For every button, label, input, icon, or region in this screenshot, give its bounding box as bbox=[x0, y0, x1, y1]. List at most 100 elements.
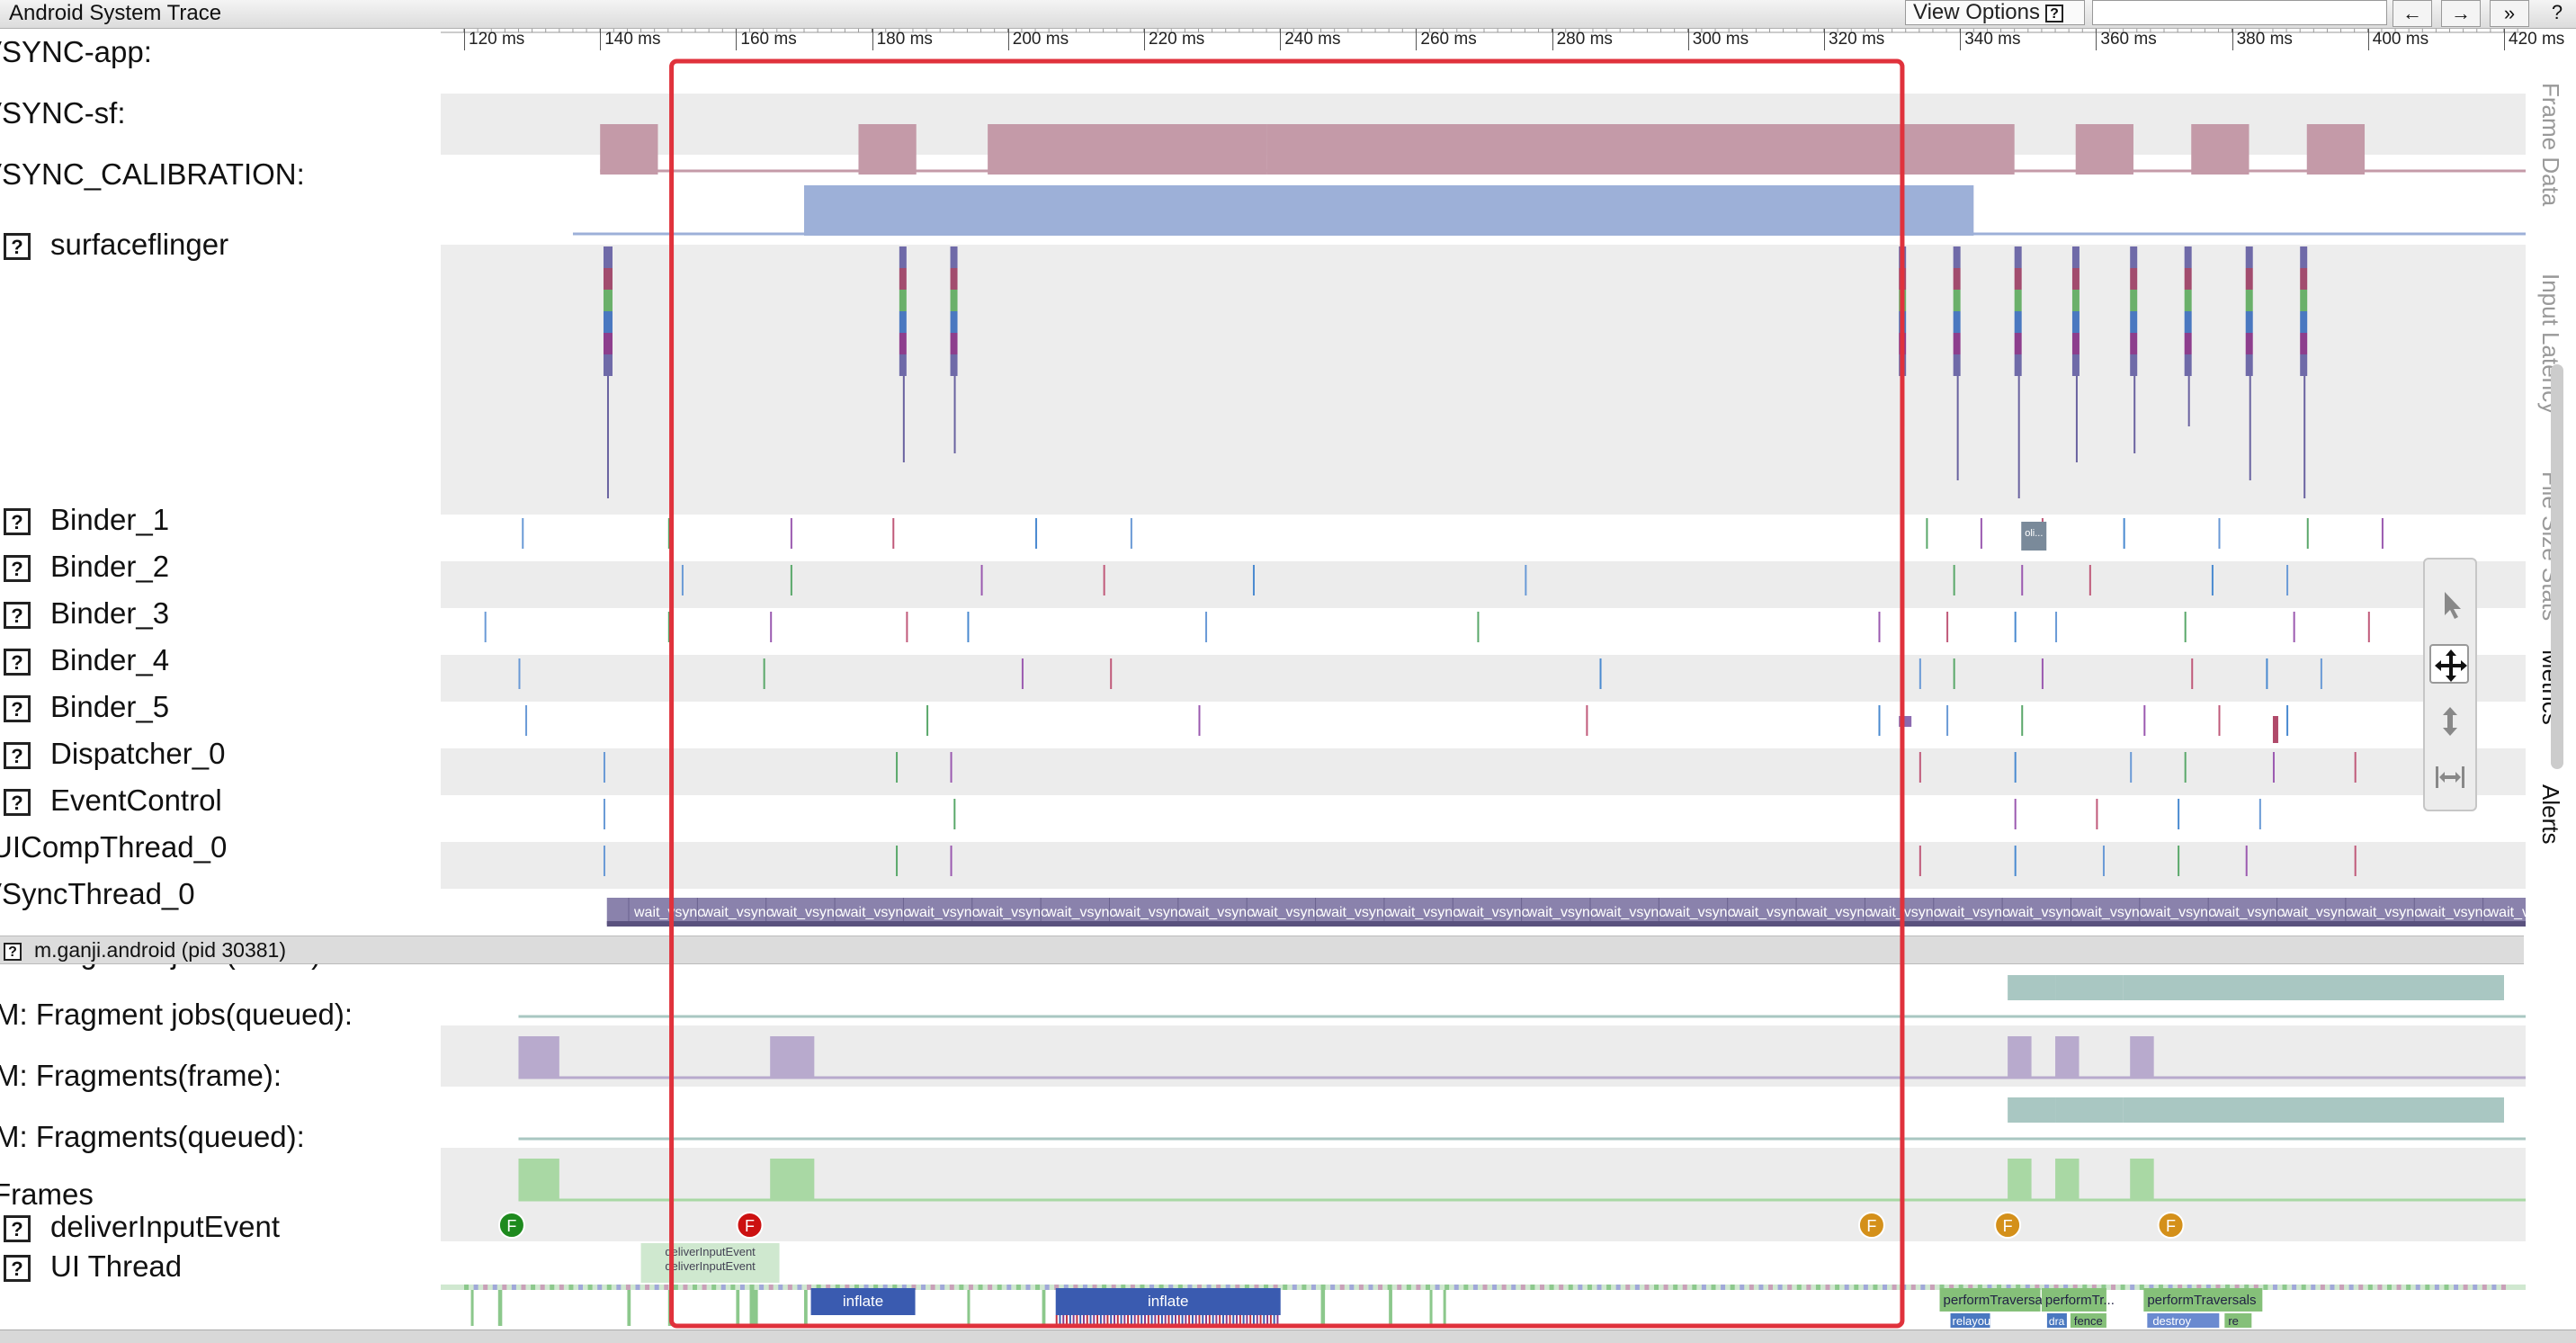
track-label-1[interactable]: VSYNC-sf: bbox=[0, 95, 126, 131]
help-icon[interactable]: ? bbox=[4, 508, 31, 536]
ui-strip-tick bbox=[1349, 1285, 1355, 1290]
frame-marker: F bbox=[2157, 1212, 2185, 1239]
track-label-17[interactable]: Frames bbox=[0, 1177, 94, 1213]
thread-tick bbox=[2102, 846, 2105, 876]
ui-strip-tick bbox=[2444, 1285, 2449, 1290]
track-label-11[interactable]: UICompThread_0 bbox=[0, 829, 227, 865]
app-title: Android System Trace bbox=[9, 1, 222, 25]
track-label-10[interactable]: ? EventControl bbox=[0, 783, 222, 819]
wait-vsync-label: wait_vsync bbox=[2075, 905, 2146, 920]
timeline-canvas[interactable]: oli...wait_vsyncwait_vsyncwait_vsyncwait… bbox=[441, 4, 2573, 1331]
side-tab-frame-data[interactable]: Frame Data bbox=[2536, 83, 2564, 206]
ui-thread-slice[interactable] bbox=[967, 1290, 970, 1326]
help-icon[interactable]: ? bbox=[4, 649, 31, 676]
help-icon[interactable]: ? bbox=[2044, 4, 2063, 22]
side-tab-alerts[interactable]: Alerts bbox=[2536, 784, 2564, 844]
ruler-tick-label: 180 ms bbox=[872, 29, 933, 50]
track-label-7[interactable]: ? Binder_4 bbox=[0, 642, 169, 678]
help-icon[interactable]: ? bbox=[4, 742, 31, 770]
ui-strip-tick bbox=[2377, 1285, 2383, 1290]
ui-strip-tick bbox=[2415, 1285, 2420, 1290]
help-icon[interactable]: ? bbox=[4, 555, 31, 583]
thread-tick bbox=[770, 612, 773, 642]
track-label-14[interactable]: PM: Fragment jobs(queued): bbox=[0, 997, 353, 1033]
sf-stack bbox=[1953, 354, 1961, 376]
thread-tick bbox=[1946, 705, 1949, 736]
thread-tick bbox=[2055, 612, 2058, 642]
ui-thread-slices[interactable]: inflate inflate performTraversals relayou pe… bbox=[441, 1285, 2526, 1328]
pan-tool-icon[interactable] bbox=[2429, 644, 2469, 684]
ui-strip-tick bbox=[1339, 1285, 1345, 1290]
wait-vsync-label: wait_vsync bbox=[1251, 905, 1322, 920]
timing-tool-icon[interactable] bbox=[2430, 757, 2470, 797]
ui-strip-tick bbox=[1453, 1285, 1459, 1290]
wait-vsync-label: wait_vsync bbox=[1801, 905, 1872, 920]
nav-right-button[interactable]: → bbox=[2441, 0, 2481, 27]
track-label-16[interactable]: PM: Fragments(queued): bbox=[0, 1119, 305, 1155]
track-label-9[interactable]: ? Dispatcher_0 bbox=[0, 736, 225, 772]
ui-strip-tick bbox=[2491, 1285, 2497, 1290]
counter-bar bbox=[858, 124, 917, 175]
help-icon[interactable]: ? bbox=[4, 1255, 31, 1283]
binder-slice-label[interactable]: oli... bbox=[2025, 528, 2043, 539]
frame-marker-label: F bbox=[506, 1217, 516, 1235]
ui-thread-slice[interactable] bbox=[627, 1290, 631, 1326]
track-label-15[interactable]: PM: Fragments(frame): bbox=[0, 1058, 282, 1094]
binder-slice[interactable] bbox=[2272, 716, 2278, 743]
sf-stack bbox=[2245, 246, 2253, 268]
track-label-5[interactable]: ? Binder_2 bbox=[0, 549, 169, 585]
process-label: ? m.ganji.android (pid 30381) bbox=[4, 938, 286, 962]
thread-tick bbox=[2320, 658, 2322, 689]
ui-thread-slice[interactable] bbox=[1429, 1290, 1433, 1326]
ui-thread-slice[interactable] bbox=[497, 1290, 503, 1326]
ui-strip-tick bbox=[2111, 1285, 2116, 1290]
ui-strip-tick bbox=[2396, 1285, 2402, 1290]
sf-stack bbox=[950, 311, 958, 333]
track-label-2[interactable]: VSYNC_CALIBRATION: bbox=[0, 157, 305, 192]
help-icon[interactable]: ? bbox=[4, 1215, 31, 1243]
help-icon[interactable]: ? bbox=[4, 233, 31, 261]
ui-thread-slice[interactable] bbox=[1443, 1290, 1446, 1326]
track-label-12[interactable]: VSyncThread_0 bbox=[0, 876, 195, 912]
track-label-3[interactable]: ? surfaceflinger bbox=[0, 227, 228, 263]
ui-thread-slice[interactable] bbox=[1320, 1290, 1326, 1326]
ui-thread-slice[interactable] bbox=[1042, 1290, 1046, 1326]
ui-strip-tick bbox=[1835, 1285, 1840, 1290]
vertical-scrollbar[interactable] bbox=[2551, 364, 2563, 769]
thread-tick bbox=[1919, 658, 1921, 689]
help-button[interactable]: ? bbox=[2538, 0, 2576, 27]
track-label-19[interactable]: ? UI Thread bbox=[0, 1249, 182, 1285]
ui-strip-tick bbox=[1721, 1285, 1726, 1290]
track-label-0[interactable]: VSYNC-app: bbox=[0, 34, 152, 70]
help-icon[interactable]: ? bbox=[4, 602, 31, 630]
track-label-4[interactable]: ? Binder_1 bbox=[0, 502, 169, 538]
view-options-button[interactable]: View Options? bbox=[1905, 0, 2085, 25]
wait-vsync-label: wait_vsync bbox=[2419, 905, 2490, 920]
timeline-area[interactable]: oli... wait_vsync wait_vsync wait_vsync wait… bbox=[441, 4, 2573, 1331]
search-input[interactable] bbox=[2092, 0, 2387, 25]
ui-thread-slice[interactable] bbox=[736, 1290, 740, 1326]
thread-tick bbox=[2178, 846, 2180, 876]
ui-thread-slice[interactable] bbox=[470, 1290, 474, 1326]
help-icon[interactable]: ? bbox=[4, 789, 31, 817]
help-icon[interactable]: ? bbox=[4, 695, 31, 723]
deliver-input-label: deliverInputEvent bbox=[665, 1245, 756, 1258]
nav-left-button[interactable]: ← bbox=[2393, 0, 2432, 27]
ui-thread-slice[interactable] bbox=[749, 1290, 758, 1326]
ui-thread-slice[interactable] bbox=[1389, 1290, 1392, 1326]
track-label-6[interactable]: ? Binder_3 bbox=[0, 595, 169, 631]
nav-more-button[interactable]: » bbox=[2490, 0, 2529, 27]
view-options-label: View Options bbox=[1913, 0, 2040, 24]
track-label-18[interactable]: ? deliverInputEvent bbox=[0, 1209, 280, 1245]
help-icon[interactable]: ? bbox=[4, 942, 22, 961]
vsyncthread-slices[interactable]: wait_vsync wait_vsync wait_vsync wait_vsync… bbox=[606, 898, 2559, 927]
pointer-tool-icon[interactable] bbox=[2430, 585, 2470, 624]
sf-stack bbox=[2300, 333, 2308, 354]
ui-thread-slice[interactable] bbox=[804, 1290, 808, 1326]
wait-vsync-label: wait_vsync bbox=[839, 905, 910, 920]
thread-tick bbox=[1919, 752, 1921, 783]
track-label-8[interactable]: ? Binder_5 bbox=[0, 689, 169, 725]
sf-stack bbox=[1953, 311, 1961, 333]
zoom-tool-icon[interactable] bbox=[2430, 702, 2470, 741]
thread-tick bbox=[1103, 565, 1105, 595]
